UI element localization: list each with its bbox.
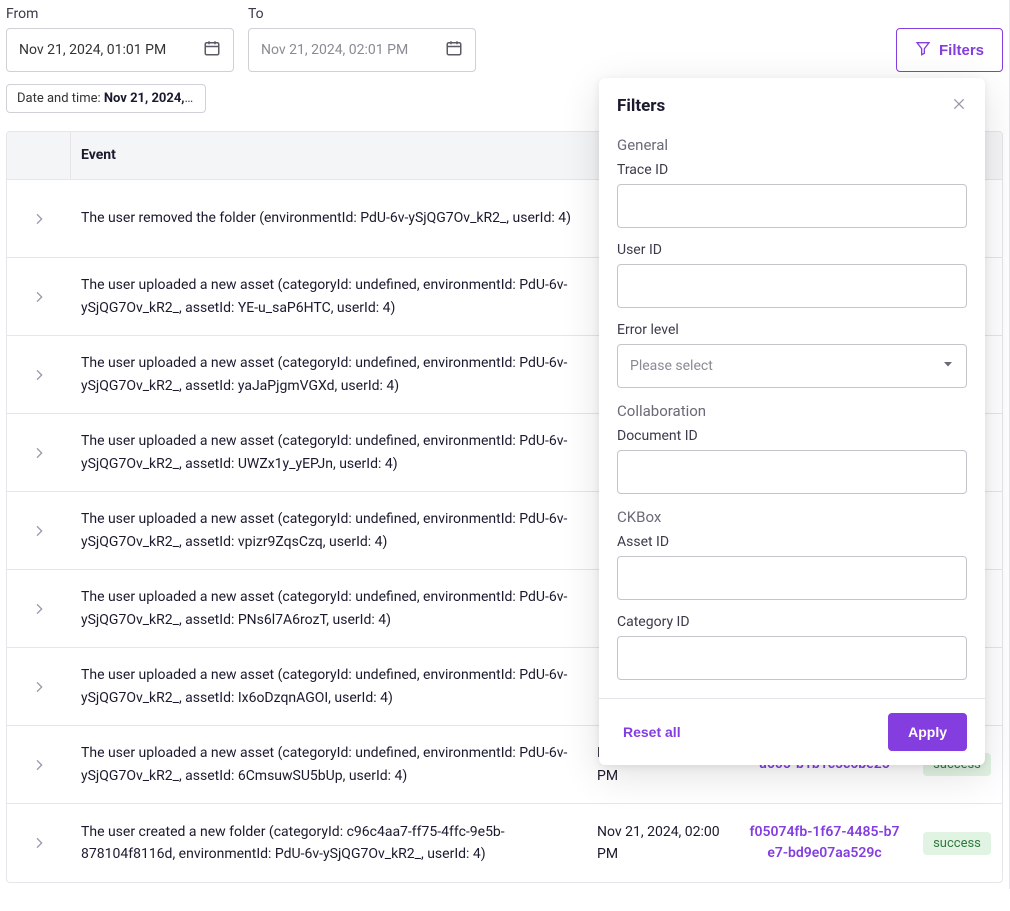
- trace-id-label: Trace ID: [617, 162, 967, 178]
- popover-title: Filters: [617, 96, 665, 116]
- chevron-right-icon: [31, 835, 47, 851]
- chevron-right-icon: [31, 757, 47, 773]
- chevron-right-icon: [31, 367, 47, 383]
- event-cell: The user uploaded a new asset (categoryI…: [71, 416, 587, 489]
- trace-id-input[interactable]: [617, 184, 967, 228]
- asset-id-input[interactable]: [617, 556, 967, 600]
- expand-toggle[interactable]: [7, 523, 71, 539]
- expand-toggle[interactable]: [7, 757, 71, 773]
- chevron-right-icon: [31, 679, 47, 695]
- apply-button[interactable]: Apply: [888, 713, 967, 751]
- document-id-label: Document ID: [617, 428, 967, 444]
- event-cell: The user removed the folder (environment…: [71, 193, 587, 243]
- from-date-input[interactable]: Nov 21, 2024, 01:01 PM: [6, 28, 234, 72]
- reset-all-button[interactable]: Reset all: [617, 723, 687, 741]
- trace-id-link[interactable]: f05074fb-1f67-4485-b7e7-bd9e07aa529c: [737, 808, 912, 878]
- category-id-input[interactable]: [617, 636, 967, 680]
- status-badge: success: [923, 832, 991, 855]
- section-collaboration: Collaboration: [617, 402, 967, 420]
- filters-popover: Filters General Trace ID User ID Error l…: [599, 78, 985, 765]
- active-filter-chip[interactable]: Date and time: Nov 21, 2024, 0…: [6, 84, 206, 113]
- section-ckbox: CKBox: [617, 508, 967, 526]
- expand-toggle[interactable]: [7, 289, 71, 305]
- chevron-right-icon: [31, 601, 47, 617]
- column-event: Event: [71, 144, 587, 166]
- user-id-input[interactable]: [617, 264, 967, 308]
- asset-id-label: Asset ID: [617, 534, 967, 550]
- event-cell: The user uploaded a new asset (categoryI…: [71, 260, 587, 333]
- event-cell: The user uploaded a new asset (categoryI…: [71, 572, 587, 645]
- filter-icon: [915, 40, 931, 60]
- error-level-select[interactable]: Please select: [617, 344, 967, 388]
- section-general: General: [617, 136, 967, 154]
- to-date-input[interactable]: Nov 21, 2024, 02:01 PM: [248, 28, 476, 72]
- expand-toggle[interactable]: [7, 367, 71, 383]
- to-label: To: [248, 6, 476, 22]
- from-label: From: [6, 6, 234, 22]
- filters-button[interactable]: Filters: [896, 28, 1003, 72]
- from-field: From Nov 21, 2024, 01:01 PM: [6, 6, 234, 72]
- calendar-icon: [445, 39, 463, 61]
- user-id-label: User ID: [617, 242, 967, 258]
- event-cell: The user uploaded a new asset (categoryI…: [71, 728, 587, 801]
- status-cell: success: [912, 818, 1002, 869]
- date-cell: Nov 21, 2024, 02:00 PM: [587, 807, 737, 880]
- expand-toggle[interactable]: [7, 679, 71, 695]
- error-level-label: Error level: [617, 322, 967, 338]
- expand-toggle[interactable]: [7, 445, 71, 461]
- chevron-right-icon: [31, 289, 47, 305]
- close-icon[interactable]: [951, 96, 967, 116]
- expand-toggle[interactable]: [7, 835, 71, 851]
- event-cell: The user uploaded a new asset (categoryI…: [71, 494, 587, 567]
- chevron-right-icon: [31, 211, 47, 227]
- table-row: The user created a new folder (categoryI…: [7, 804, 1002, 882]
- chevron-right-icon: [31, 445, 47, 461]
- calendar-icon: [203, 39, 221, 61]
- event-cell: The user uploaded a new asset (categoryI…: [71, 650, 587, 723]
- expand-toggle[interactable]: [7, 601, 71, 617]
- event-cell: The user uploaded a new asset (categoryI…: [71, 338, 587, 411]
- expand-toggle[interactable]: [7, 211, 71, 227]
- document-id-input[interactable]: [617, 450, 967, 494]
- to-field: To Nov 21, 2024, 02:01 PM: [248, 6, 476, 72]
- event-cell: The user created a new folder (categoryI…: [71, 807, 587, 880]
- chevron-right-icon: [31, 523, 47, 539]
- chevron-down-icon: [942, 358, 954, 374]
- category-id-label: Category ID: [617, 614, 967, 630]
